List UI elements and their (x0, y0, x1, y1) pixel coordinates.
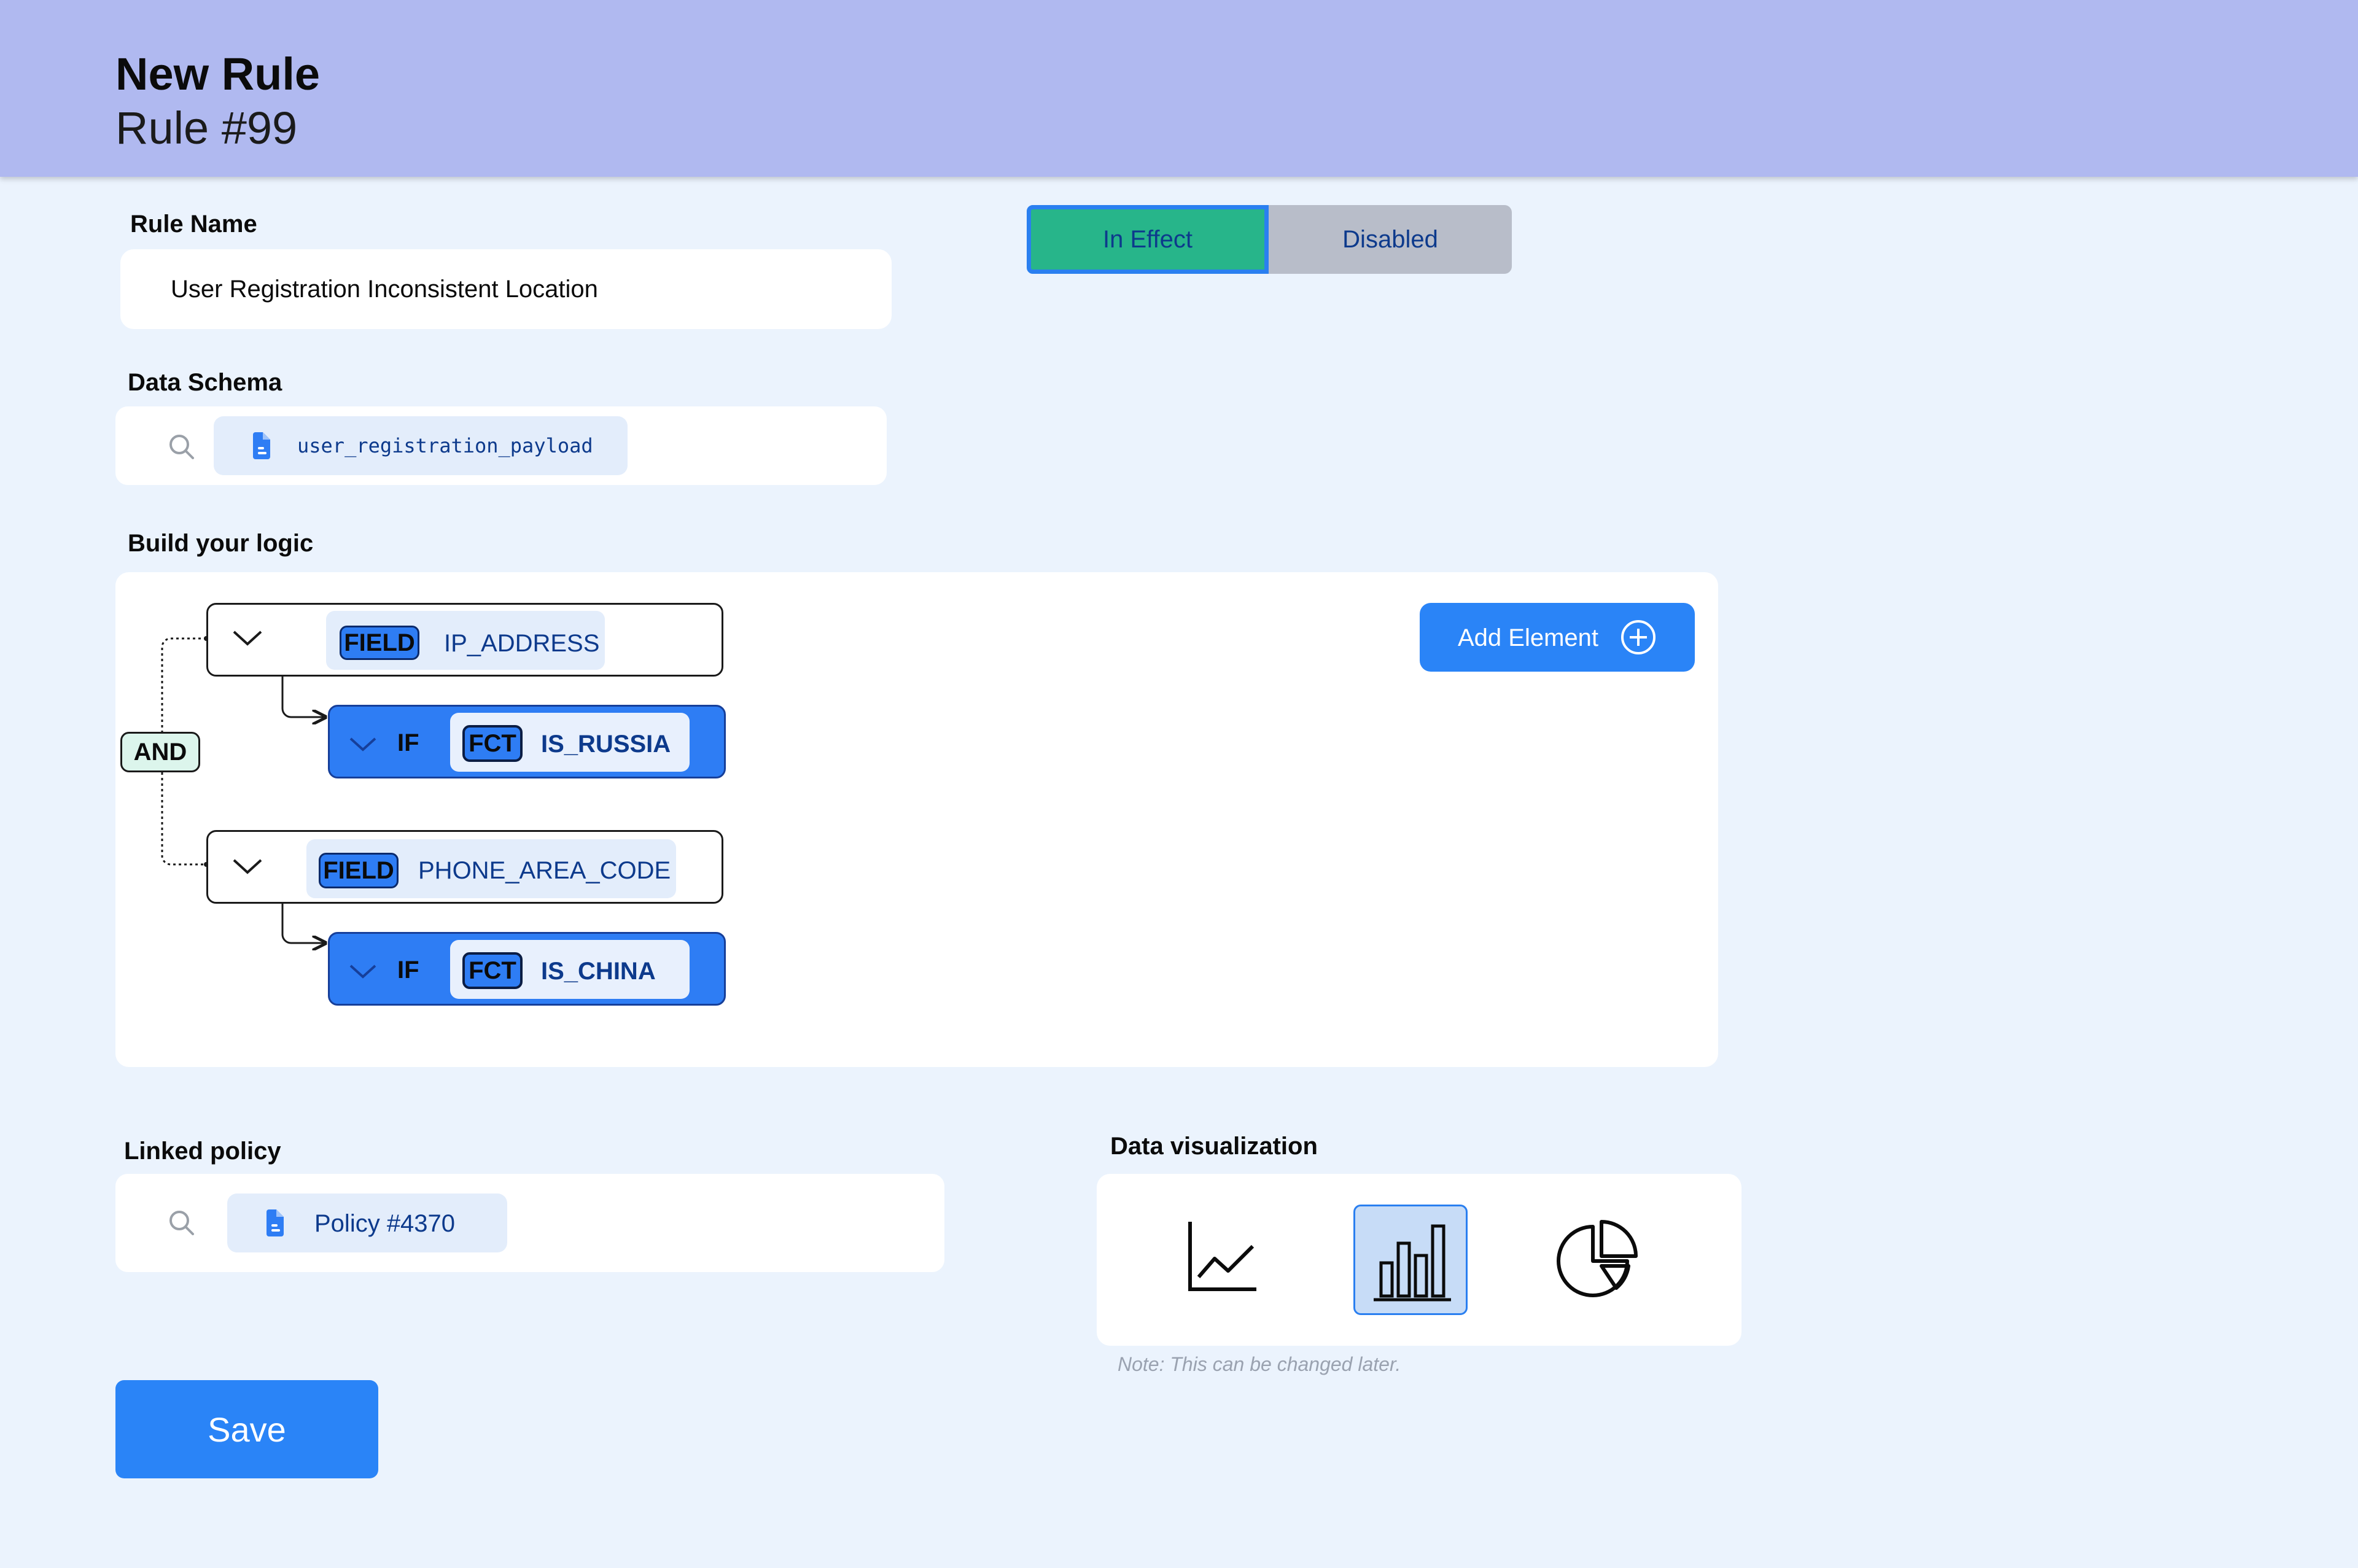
field-chip[interactable]: FIELD IP_ADDRESS (326, 611, 605, 670)
field-node-phone-area-code[interactable]: FIELD PHONE_AREA_CODE (206, 830, 723, 904)
chevron-down-icon[interactable] (232, 856, 263, 876)
bar-chart-option[interactable] (1353, 1205, 1468, 1315)
fct-tag: FCT (462, 725, 523, 762)
if-node-is-russia[interactable]: IF FCT IS_RUSSIA (328, 705, 726, 778)
visualization-note: Note: This can be changed later. (1118, 1353, 1401, 1375)
plus-circle-icon (1620, 619, 1657, 656)
function-chip[interactable]: FCT IS_CHINA (450, 940, 690, 999)
document-icon (265, 1209, 285, 1236)
linked-policy-field[interactable]: Policy #4370 (115, 1174, 944, 1272)
chevron-down-icon[interactable] (348, 962, 378, 980)
chevron-down-icon[interactable] (348, 735, 378, 753)
line-chart-icon[interactable] (1183, 1218, 1263, 1298)
if-label: IF (397, 729, 419, 756)
field-node-ip-address[interactable]: FIELD IP_ADDRESS (206, 603, 723, 677)
if-node-is-china[interactable]: IF FCT IS_CHINA (328, 932, 726, 1006)
field-tag: FIELD (319, 853, 399, 888)
fct-tag: FCT (462, 952, 523, 989)
function-chip[interactable]: FCT IS_RUSSIA (450, 713, 690, 772)
policy-chip[interactable]: Policy #4370 (227, 1193, 507, 1252)
chevron-down-icon[interactable] (232, 628, 263, 648)
if-label: IF (397, 957, 419, 984)
field-name: PHONE_AREA_CODE (418, 857, 671, 884)
function-name: IS_CHINA (541, 958, 656, 985)
field-chip[interactable]: FIELD PHONE_AREA_CODE (306, 839, 676, 898)
policy-chip-label: Policy #4370 (314, 1210, 456, 1237)
field-tag: FIELD (340, 626, 419, 660)
search-icon (167, 1208, 196, 1238)
save-button[interactable]: Save (115, 1380, 378, 1478)
add-element-button[interactable]: Add Element (1420, 603, 1695, 672)
visualization-options (1097, 1174, 1741, 1346)
linked-policy-label: Linked policy (124, 1138, 281, 1165)
add-element-label: Add Element (1458, 624, 1599, 651)
and-operator-badge[interactable]: AND (120, 732, 200, 772)
function-name: IS_RUSSIA (541, 731, 671, 758)
data-visualization-label: Data visualization (1110, 1133, 1318, 1160)
pie-chart-icon[interactable] (1555, 1217, 1641, 1303)
bar-chart-icon (1372, 1220, 1452, 1302)
field-name: IP_ADDRESS (444, 630, 600, 657)
